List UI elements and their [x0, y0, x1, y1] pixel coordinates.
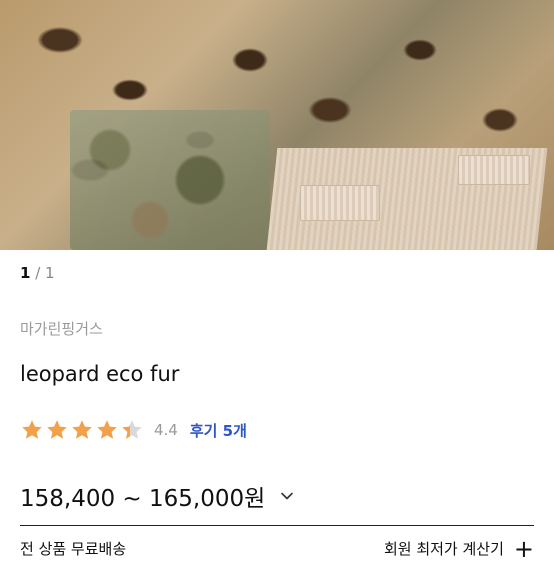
star-icon: [22, 420, 42, 439]
chevron-down-icon[interactable]: [279, 488, 295, 504]
product-image[interactable]: [0, 0, 554, 250]
product-title: leopard eco fur: [20, 362, 180, 386]
divider: [20, 525, 534, 526]
rating-score: 4.4: [154, 421, 178, 439]
image-pager: 1 / 1: [20, 264, 55, 282]
price-row[interactable]: 158,400 ~ 165,000원: [20, 479, 295, 513]
floral-background: [70, 110, 270, 250]
star-icon: [97, 420, 117, 439]
plus-icon[interactable]: +: [514, 537, 534, 561]
star-icon: [122, 420, 142, 439]
pager-current: 1: [20, 264, 31, 282]
shipping-info: 전 상품 무료배송: [20, 540, 127, 558]
pocket-flap: [300, 185, 380, 221]
pager-separator: /: [30, 264, 46, 282]
reviews-link[interactable]: 후기 5개: [190, 420, 247, 441]
price-range: 158,400 ~ 165,000원: [20, 486, 266, 512]
calculator-label: 회원 최저가 계산기: [383, 540, 504, 558]
rating-row: 4.4 후기 5개: [20, 417, 247, 443]
pocket-flap: [458, 155, 530, 185]
star-icon: [72, 420, 92, 439]
star-icon: [47, 420, 67, 439]
star-rating: [20, 418, 144, 442]
brand-name[interactable]: 마가린핑거스: [20, 318, 103, 339]
pager-total: 1: [45, 264, 55, 282]
price-calculator[interactable]: 회원 최저가 계산기 +: [383, 537, 534, 561]
